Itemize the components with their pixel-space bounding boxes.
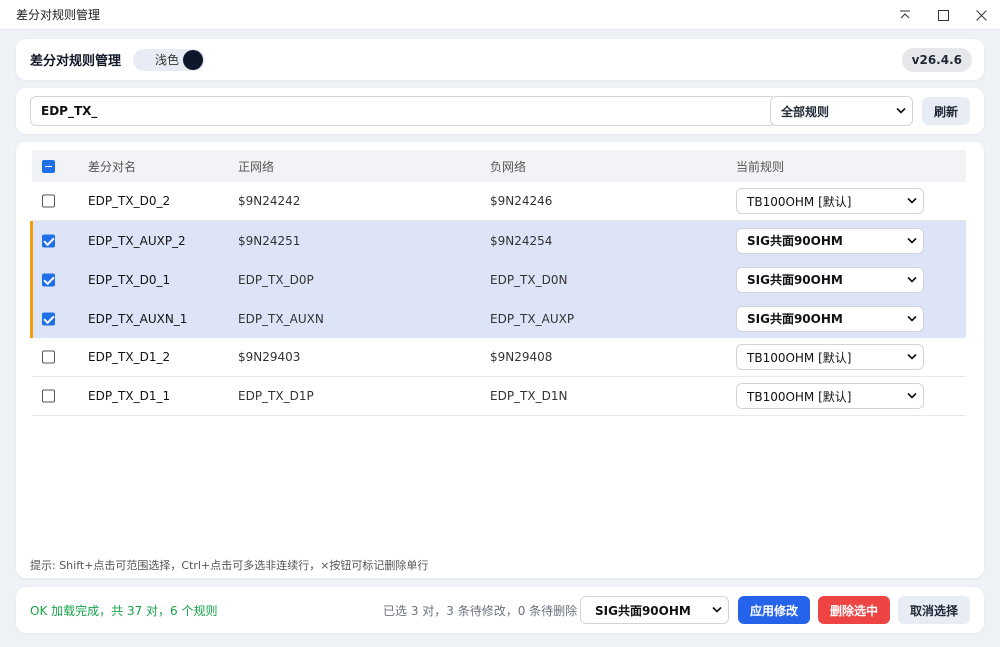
rule-select[interactable]: SIG共面90OHM	[736, 227, 924, 254]
usage-hint: 提示: Shift+点击可范围选择，Ctrl+点击可多选非连续行，×按钮可标记删…	[30, 559, 429, 572]
footer-card: OK 加载完成，共 37 对，6 个规则 已选 3 对，3 条待修改，0 条待删…	[16, 587, 984, 633]
negative-net: $9N24254	[490, 233, 553, 248]
status-message: OK 加载完成，共 37 对，6 个规则	[30, 604, 218, 618]
search-input[interactable]	[30, 96, 776, 126]
delete-selected-button[interactable]: 删除选中	[818, 596, 890, 624]
table-row[interactable]: EDP_TX_D1_1 EDP_TX_D1P EDP_TX_D1N TB100O…	[32, 377, 966, 416]
table-row[interactable]: EDP_TX_AUXN_1 EDP_TX_AUXN EDP_TX_AUXP SI…	[30, 299, 966, 338]
column-header-positive[interactable]: 正网络	[238, 158, 274, 175]
pair-name: EDP_TX_D1_2	[88, 350, 171, 364]
pair-table-card: 差分对名 正网络 负网络 当前规则 EDP_TX_D0_2 $9N24242 $…	[16, 142, 984, 578]
bulk-rule-value: SIG共面90OHM	[595, 603, 691, 618]
positive-net: $9N24242	[238, 194, 301, 208]
rule-filter-select[interactable]: 全部规则	[770, 96, 913, 126]
row-checkbox[interactable]	[42, 234, 55, 247]
bulk-rule-select[interactable]: SIG共面90OHM	[580, 596, 729, 624]
maximize-icon[interactable]	[924, 0, 962, 30]
negative-net: EDP_TX_D0N	[490, 272, 568, 287]
rule-select-value: SIG共面90OHM	[747, 273, 843, 287]
page-title: 差分对规则管理	[30, 54, 122, 69]
chevron-down-icon	[907, 196, 917, 207]
table-body: EDP_TX_D0_2 $9N24242 $9N24246 TB100OHM […	[30, 182, 966, 416]
table-row[interactable]: EDP_TX_D1_2 $9N29403 $9N29408 TB100OHM […	[32, 338, 966, 377]
positive-net: $9N29403	[238, 350, 301, 364]
search-card: 全部规则 刷新	[16, 88, 984, 134]
rule-select-value: SIG共面90OHM	[747, 234, 843, 248]
positive-net: EDP_TX_AUXN	[238, 311, 324, 326]
rule-select[interactable]: TB100OHM [默认]	[736, 383, 924, 409]
apply-changes-button[interactable]: 应用修改	[738, 596, 810, 624]
rule-select-value: TB100OHM [默认]	[747, 350, 852, 365]
rule-select-value: TB100OHM [默认]	[747, 194, 852, 209]
table-row[interactable]: EDP_TX_D0_2 $9N24242 $9N24246 TB100OHM […	[32, 182, 966, 221]
pair-name: EDP_TX_D0_1	[88, 272, 171, 287]
chevron-down-icon	[907, 274, 917, 285]
rule-select-value: SIG共面90OHM	[747, 312, 843, 326]
selection-summary: 已选 3 对，3 条待修改，0 条待删除	[383, 604, 578, 618]
row-checkbox[interactable]	[42, 389, 55, 403]
chevron-down-icon	[712, 605, 722, 616]
title-bar: 差分对规则管理	[0, 0, 1000, 30]
header-card: 差分对规则管理 浅色 v26.4.6	[16, 39, 984, 80]
column-header-rule[interactable]: 当前规则	[736, 158, 784, 175]
chevron-down-icon	[907, 352, 917, 363]
row-checkbox[interactable]	[42, 273, 55, 286]
theme-toggle-label: 浅色	[155, 53, 180, 67]
pair-name: EDP_TX_AUXN_1	[88, 311, 188, 326]
row-checkbox[interactable]	[42, 312, 55, 325]
rule-select[interactable]: TB100OHM [默认]	[736, 188, 924, 214]
chevron-down-icon	[907, 235, 917, 246]
version-badge: v26.4.6	[901, 48, 972, 72]
table-row[interactable]: EDP_TX_D0_1 EDP_TX_D0P EDP_TX_D0N SIG共面9…	[30, 260, 966, 299]
positive-net: EDP_TX_D0P	[238, 272, 314, 287]
negative-net: EDP_TX_D1N	[490, 389, 568, 403]
theme-toggle[interactable]: 浅色	[133, 48, 206, 71]
rule-select[interactable]: SIG共面90OHM	[736, 305, 924, 332]
collapse-icon[interactable]	[886, 0, 924, 30]
rule-select-value: TB100OHM [默认]	[747, 389, 852, 404]
pair-name: EDP_TX_D1_1	[88, 389, 171, 403]
column-header-name[interactable]: 差分对名	[88, 158, 136, 175]
refresh-button[interactable]: 刷新	[922, 97, 970, 125]
table-header: 差分对名 正网络 负网络 当前规则	[32, 150, 966, 182]
chevron-down-icon	[907, 391, 917, 402]
toggle-knob	[183, 49, 204, 70]
window-title: 差分对规则管理	[16, 8, 101, 22]
negative-net: $9N24246	[490, 194, 553, 208]
table-row[interactable]: EDP_TX_AUXP_2 $9N24251 $9N24254 SIG共面90O…	[30, 221, 966, 260]
negative-net: $9N29408	[490, 350, 553, 364]
pair-name: EDP_TX_AUXP_2	[88, 233, 186, 248]
negative-net: EDP_TX_AUXP	[490, 311, 575, 326]
cancel-selection-button[interactable]: 取消选择	[898, 596, 970, 624]
pair-name: EDP_TX_D0_2	[88, 194, 171, 208]
positive-net: EDP_TX_D1P	[238, 389, 314, 403]
chevron-down-icon	[896, 106, 906, 117]
chevron-down-icon	[907, 313, 917, 324]
rule-filter-value: 全部规则	[781, 104, 830, 119]
window-controls	[886, 0, 1000, 30]
column-header-negative[interactable]: 负网络	[490, 158, 526, 175]
select-all-checkbox[interactable]	[42, 159, 55, 173]
close-icon[interactable]	[962, 0, 1000, 30]
positive-net: $9N24251	[238, 233, 301, 248]
rule-select[interactable]: TB100OHM [默认]	[736, 344, 924, 370]
row-checkbox[interactable]	[42, 194, 55, 208]
row-checkbox[interactable]	[42, 350, 55, 364]
rule-select[interactable]: SIG共面90OHM	[736, 266, 924, 293]
